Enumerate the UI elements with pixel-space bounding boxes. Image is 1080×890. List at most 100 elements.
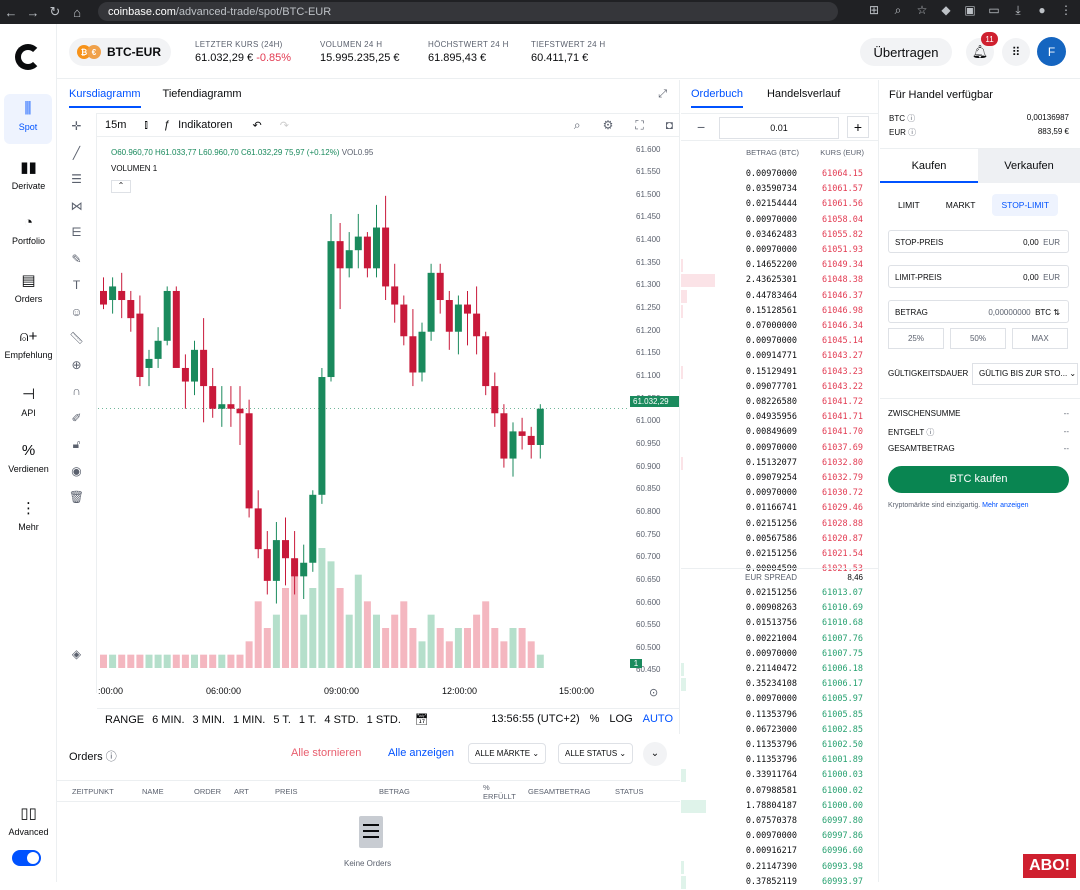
orderbook-row[interactable]: 2.43625301 61048.38 — [681, 273, 879, 288]
forward-icon[interactable]: → — [22, 5, 44, 20]
orderbook-row[interactable]: 0.00916217 60996.60 — [681, 844, 879, 859]
info-icon[interactable]: ⓘ — [926, 428, 934, 437]
tab-verkaufen[interactable]: Verkaufen — [978, 149, 1080, 183]
orderbook-row[interactable]: 0.14652200 61049.34 — [681, 258, 879, 273]
hlines-icon[interactable]: ☰ — [57, 166, 96, 193]
orderbook-row[interactable]: 0.00970000 61064.15 — [681, 167, 879, 182]
nav-empfehlung[interactable]: ⍝+ Empfehlung — [0, 328, 57, 360]
orderbook-row[interactable]: 0.35234108 61006.17 — [681, 677, 879, 692]
date-range-icon[interactable]: 📅︎ — [415, 713, 429, 726]
extension-icon[interactable]: ◆ — [938, 3, 954, 18]
nav-spot[interactable]: ⫼ Spot — [4, 94, 52, 144]
amount-field[interactable]: BETRAG 0,00000000 BTC ⇅ — [888, 300, 1069, 323]
lock-icon[interactable]: 🔓︎ — [57, 431, 96, 458]
stop-price-field[interactable]: STOP-PREIS 0,00 EUR — [888, 230, 1069, 253]
zoom-icon[interactable]: ⌕ — [890, 3, 906, 18]
crosshair-icon[interactable]: ✛ — [57, 113, 96, 140]
orderbook-row[interactable]: 0.00849609 61041.70 — [681, 425, 879, 440]
download-icon[interactable]: ⤓ — [1010, 3, 1026, 18]
emoji-icon[interactable]: ☺ — [57, 299, 96, 326]
sidepanel-icon[interactable]: ▭ — [986, 3, 1002, 18]
orderbook-row[interactable]: 0.33911764 61000.03 — [681, 768, 879, 783]
orderbook-row[interactable]: 0.00567586 61020.87 — [681, 532, 879, 547]
orderbook-row[interactable]: 0.07988581 61000.02 — [681, 784, 879, 799]
price-chart[interactable] — [98, 138, 630, 686]
orderbook-row[interactable]: 0.00914771 61043.27 — [681, 349, 879, 364]
eye-icon[interactable]: ◉ — [57, 458, 96, 485]
pct-50-button[interactable]: 50% — [950, 328, 1006, 349]
range-3min[interactable]: 3 MIN. — [193, 714, 225, 726]
magnet-icon[interactable]: ∩ — [57, 378, 96, 405]
aggregation-value[interactable]: 0.01 — [719, 117, 839, 139]
range-6min[interactable]: 6 MIN. — [152, 714, 184, 726]
cancel-all-button[interactable]: Alle stornieren — [291, 747, 361, 759]
settings-icon[interactable]: ⚙ — [603, 118, 614, 133]
range-1d[interactable]: 1 T. — [299, 714, 317, 726]
orderbook-row[interactable]: 1.78804187 61000.00 — [681, 799, 879, 814]
orderbook-row[interactable]: 0.08226580 61041.72 — [681, 395, 879, 410]
orderbook-row[interactable]: 0.09079254 61032.79 — [681, 471, 879, 486]
orderbook-row[interactable]: 0.00970000 61005.97 — [681, 692, 879, 707]
tab-orderbuch[interactable]: Orderbuch — [691, 88, 743, 108]
tab-kursdiagramm[interactable]: Kursdiagramm — [69, 88, 141, 108]
tab-kaufen[interactable]: Kaufen — [880, 149, 978, 183]
orderbook-row[interactable]: 0.11353796 61005.85 — [681, 708, 879, 723]
more-link[interactable]: Mehr anzeigen — [982, 502, 1028, 509]
pct-max-button[interactable]: MAX — [1012, 328, 1068, 349]
orderbook-row[interactable]: 0.15129491 61043.23 — [681, 365, 879, 380]
orderbook-row[interactable]: 0.21147390 60993.98 — [681, 860, 879, 875]
indicators-button[interactable]: Indikatoren — [178, 119, 232, 131]
orderbook-row[interactable]: 0.03462483 61055.82 — [681, 228, 879, 243]
ruler-icon[interactable]: 📏︎ — [57, 325, 96, 352]
tab-tiefendiagramm[interactable]: Tiefendiagramm — [163, 88, 242, 108]
range-1min[interactable]: 1 MIN. — [233, 714, 265, 726]
orderbook-row[interactable]: 0.02151256 61013.07 — [681, 586, 879, 601]
show-all-button[interactable]: Alle anzeigen — [388, 747, 454, 759]
nav-derivate[interactable]: ▮▮ Derivate — [0, 158, 57, 191]
limit-price-field[interactable]: LIMIT-PREIS 0,00 EUR — [888, 265, 1069, 288]
orderbook-row[interactable]: 0.44783464 61046.37 — [681, 289, 879, 304]
install-icon[interactable]: ⊞ — [866, 3, 882, 18]
tab-handelsverlauf[interactable]: Handelsverlauf — [767, 88, 840, 108]
nav-mehr[interactable]: ⋮ Mehr — [0, 499, 57, 532]
star-icon[interactable]: ☆ — [914, 3, 930, 18]
scale-log[interactable]: LOG — [609, 713, 632, 725]
undo-icon[interactable]: ↶ — [253, 119, 262, 132]
nav-api[interactable]: ⊣ API — [0, 385, 57, 418]
axis-settings-icon[interactable]: ⊙ — [649, 686, 658, 699]
address-bar[interactable]: coinbase.com/advanced-trade/spot/BTC-EUR — [98, 2, 838, 21]
menu-icon[interactable]: ⋮ — [1058, 3, 1074, 18]
home-icon[interactable]: ⌂ — [66, 5, 88, 20]
orderbook-row[interactable]: 0.37852119 60993.97 — [681, 875, 879, 890]
info-icon[interactable]: ⓘ — [907, 114, 915, 123]
type-limit[interactable]: LIMIT — [889, 194, 929, 216]
avatar[interactable]: F — [1037, 37, 1066, 66]
type-stop-limit[interactable]: STOP-LIMIT — [992, 194, 1059, 216]
nav-portfolio[interactable]: ◔ Portfolio — [0, 214, 57, 246]
fullscreen-icon[interactable]: ⛶ — [635, 118, 643, 133]
trash-icon[interactable]: 🗑︎ — [57, 484, 96, 511]
puzzle-icon[interactable]: ▣ — [962, 3, 978, 18]
pct-25-button[interactable]: 25% — [888, 328, 944, 349]
orderbook-row[interactable]: 0.00970000 61007.75 — [681, 647, 879, 662]
plus-button[interactable]: + — [847, 116, 869, 138]
profile-icon[interactable]: ● — [1034, 3, 1050, 18]
orderbook-row[interactable]: 0.00970000 60997.86 — [681, 829, 879, 844]
interval-selector[interactable]: 15m — [105, 119, 126, 131]
trendline-icon[interactable]: ╱ — [57, 140, 96, 167]
scale-percent[interactable]: % — [590, 713, 600, 725]
range-5d[interactable]: 5 T. — [273, 714, 291, 726]
orderbook-row[interactable]: 0.00970000 61030.72 — [681, 486, 879, 501]
orderbook-row[interactable]: 0.03590734 61061.57 — [681, 182, 879, 197]
orderbook-row[interactable]: 0.15132077 61032.80 — [681, 456, 879, 471]
orderbook-row[interactable]: 0.00970000 61058.04 — [681, 213, 879, 228]
orderbook-row[interactable]: 0.21140472 61006.18 — [681, 662, 879, 677]
status-select[interactable]: ALLE STATUS ⌄ — [558, 743, 634, 764]
orderbook-row[interactable]: 0.00908263 61010.69 — [681, 601, 879, 616]
info-icon[interactable]: ⓘ — [908, 128, 916, 137]
orderbook-row[interactable]: 0.02154444 61061.56 — [681, 197, 879, 212]
nav-verdienen[interactable]: % Verdienen — [0, 442, 57, 474]
buy-btc-button[interactable]: BTC kaufen — [888, 466, 1069, 493]
lock-draw-icon[interactable]: ✐ — [57, 405, 96, 432]
layers-icon[interactable]: ◈ — [57, 641, 96, 668]
